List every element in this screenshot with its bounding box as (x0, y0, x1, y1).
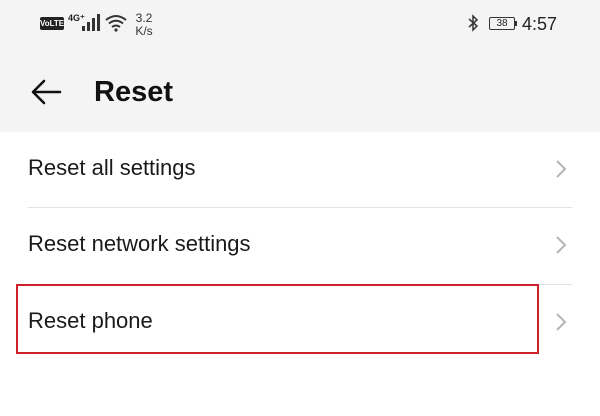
reset-all-settings-item[interactable]: Reset all settings (0, 132, 600, 208)
battery-tip (515, 21, 517, 26)
item-label: Reset all settings (28, 155, 196, 180)
chevron-right-icon (556, 160, 567, 178)
back-arrow-icon[interactable] (28, 74, 64, 110)
chevron-right-icon (556, 313, 567, 331)
status-bar: VoLTE 4G⁺ 3.2 K/s 38 4:57 (0, 0, 600, 46)
reset-network-settings-item[interactable]: Reset network settings (0, 208, 600, 284)
volte-badge: VoLTE (40, 17, 65, 30)
app-header: VoLTE 4G⁺ 3.2 K/s 38 4:57 Reset (0, 0, 600, 132)
chevron-right-icon (556, 236, 567, 254)
signal-strength-icon (82, 14, 100, 31)
network-speed: 3.2 K/s (134, 12, 154, 38)
page-title: Reset (94, 76, 173, 108)
clock: 4:57 (522, 14, 558, 34)
speed-unit: K/s (135, 24, 153, 38)
bluetooth-icon (468, 14, 479, 32)
highlight-box (16, 284, 539, 354)
battery-icon: 38 (489, 17, 515, 30)
item-label: Reset network settings (28, 231, 251, 256)
wifi-icon (105, 15, 127, 32)
